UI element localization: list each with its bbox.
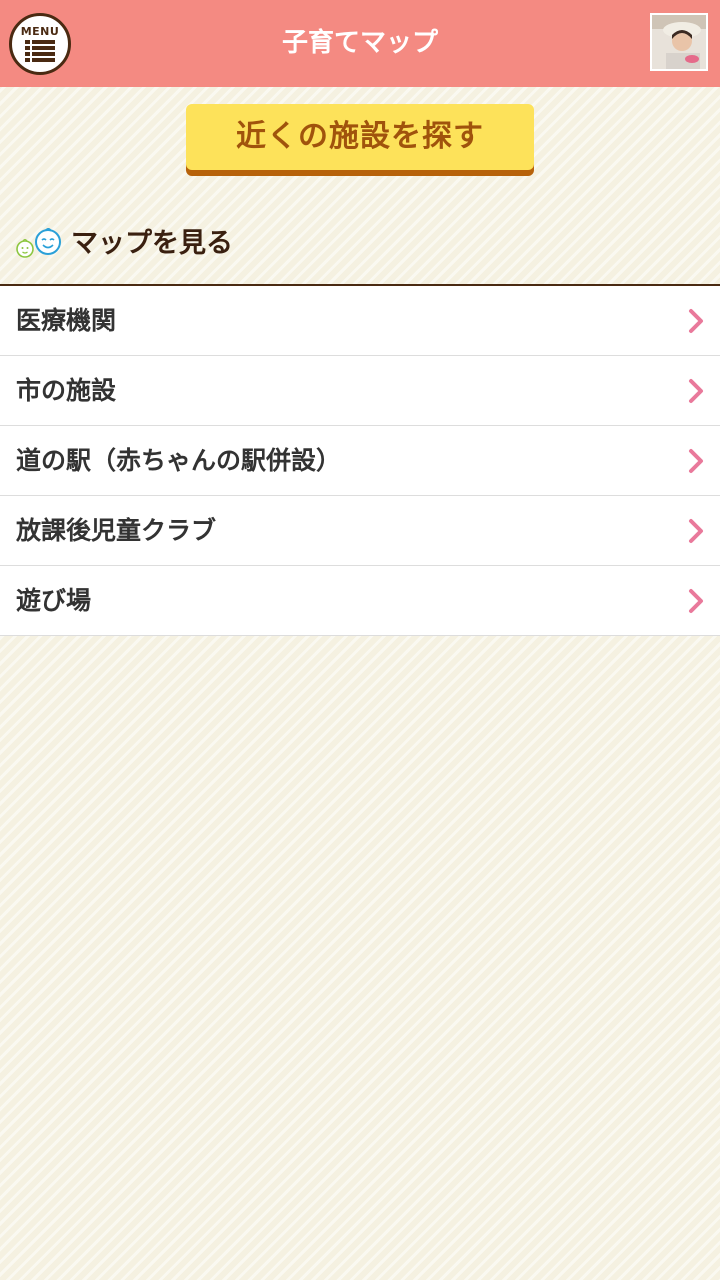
map-category-list: 医療機関 市の施設 道の駅（赤ちゃんの駅併設） 放課後児童クラブ 遊び場	[0, 284, 720, 636]
baby-faces-icon	[16, 228, 61, 258]
list-item-playground[interactable]: 遊び場	[0, 566, 720, 636]
list-item-label: 医療機関	[16, 306, 117, 335]
section-title: マップを見る	[71, 228, 233, 259]
list-item-city-facilities[interactable]: 市の施設	[0, 356, 720, 426]
chevron-right-icon	[689, 379, 703, 403]
chevron-right-icon	[689, 519, 703, 543]
list-icon	[25, 40, 55, 62]
list-item-medical[interactable]: 医療機関	[0, 286, 720, 356]
profile-photo	[652, 15, 706, 69]
chevron-right-icon	[689, 589, 703, 613]
page-title: 子育てマップ	[281, 28, 438, 58]
app-header: MENU 子育てマップ	[0, 0, 720, 87]
menu-button[interactable]: MENU	[9, 13, 71, 75]
list-item-roadside-station[interactable]: 道の駅（赤ちゃんの駅併設）	[0, 426, 720, 496]
chevron-right-icon	[689, 449, 703, 473]
list-item-label: 放課後児童クラブ	[16, 516, 217, 545]
list-item-label: 道の駅（赤ちゃんの駅併設）	[16, 446, 342, 475]
list-item-label: 市の施設	[16, 376, 117, 405]
list-item-label: 遊び場	[16, 586, 92, 615]
menu-label: MENU	[20, 25, 60, 38]
find-nearby-facilities-button[interactable]: 近くの施設を探す	[186, 104, 534, 170]
list-item-after-school-club[interactable]: 放課後児童クラブ	[0, 496, 720, 566]
avatar[interactable]	[650, 13, 708, 71]
chevron-right-icon	[689, 309, 703, 333]
